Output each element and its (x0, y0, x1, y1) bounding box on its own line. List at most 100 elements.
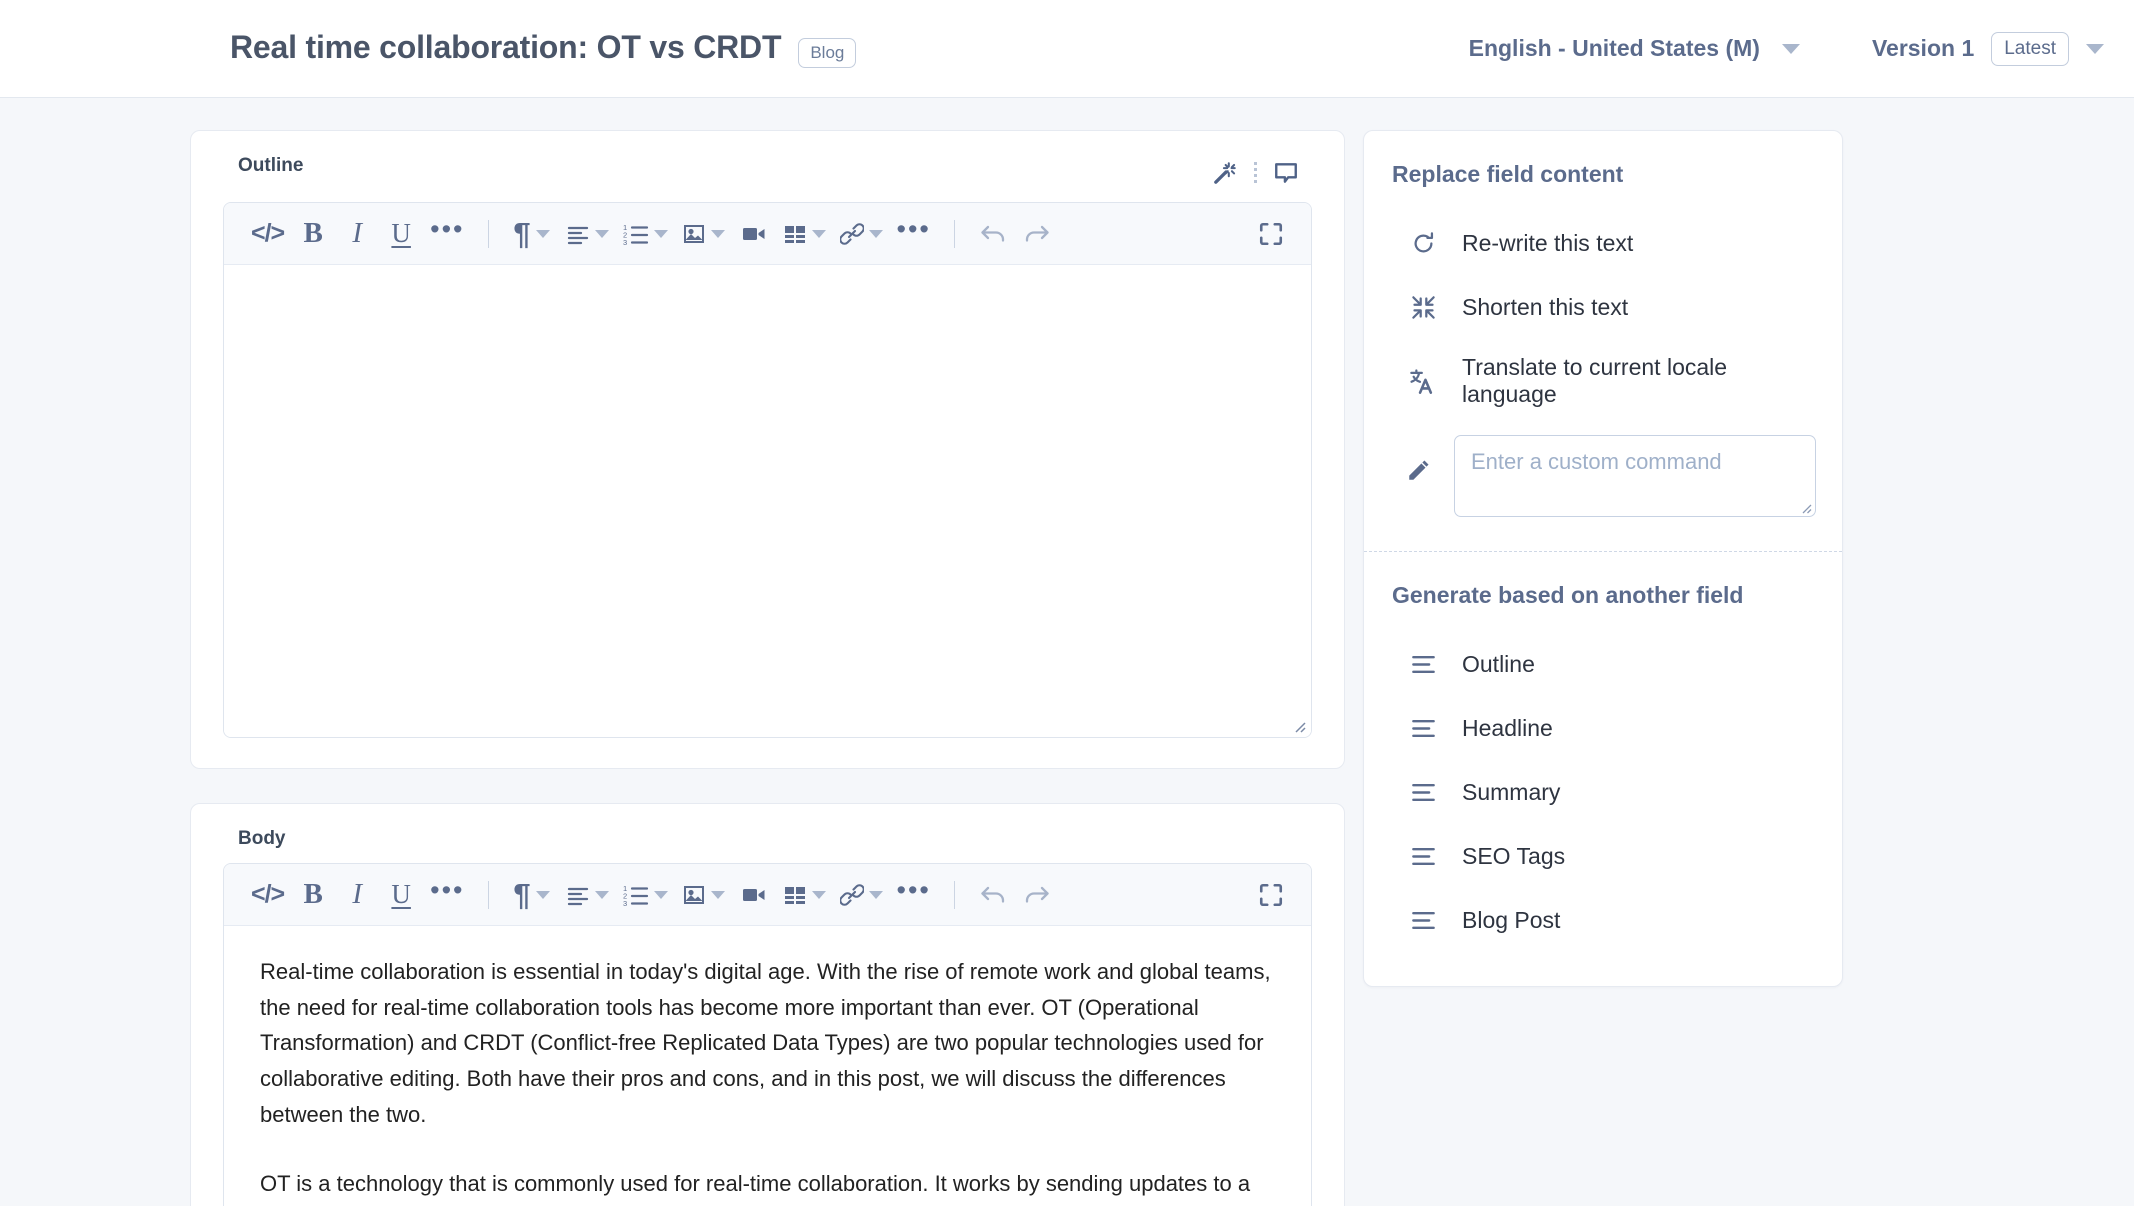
insert-link-button[interactable] (833, 873, 890, 917)
underline-button[interactable]: U (379, 873, 423, 917)
chevron-down-icon (653, 229, 668, 238)
toolbar-divider (487, 219, 489, 248)
chevron-down-icon (535, 229, 550, 238)
page-title: Real time collaboration: OT vs CRDT (230, 29, 782, 65)
translate-icon (1406, 364, 1440, 398)
chevron-down-icon (710, 229, 725, 238)
more-text-format-button[interactable]: ••• (423, 873, 471, 917)
generate-source-label: SEO Tags (1462, 842, 1566, 869)
resize-grip-icon[interactable] (1798, 500, 1812, 514)
generate-section-title: Generate based on another field (1392, 582, 1744, 608)
shorten-icon (1406, 290, 1440, 324)
field-label-body: Body (238, 828, 286, 849)
lines-icon (1406, 839, 1440, 873)
generate-source-blog-post[interactable]: Blog Post (1390, 888, 1816, 952)
version-label: Version 1 (1871, 35, 1975, 61)
editor-body: </> B I U ••• ¶ 1 2 3 ••• Real-time coll… (223, 863, 1312, 1206)
chevron-down-icon (868, 890, 883, 899)
chevron-down-icon (594, 229, 609, 238)
ai-action-rewrite[interactable]: Re-write this text (1390, 211, 1816, 275)
custom-command-input[interactable]: Enter a custom command (1454, 435, 1816, 517)
italic-button[interactable]: I (335, 873, 379, 917)
app-header: Real time collaboration: OT vs CRDT Blog… (0, 0, 2134, 98)
editor-toolbar-body: </> B I U ••• ¶ 1 2 3 ••• (224, 864, 1311, 926)
chevron-down-icon (653, 890, 668, 899)
rewrite-icon (1406, 226, 1440, 260)
bold-button[interactable]: B (291, 873, 335, 917)
ai-assist-column: Replace field content Re-write this text (1363, 130, 1843, 987)
header-controls: English - United States (M) Version 1 La… (1469, 31, 2104, 66)
editor-content-outline[interactable] (224, 265, 1311, 737)
generate-source-seo-tags[interactable]: SEO Tags (1390, 824, 1816, 888)
custom-command-placeholder: Enter a custom command (1471, 449, 1722, 474)
comment-icon[interactable] (1266, 157, 1306, 189)
chevron-down-icon (811, 890, 826, 899)
svg-text:3: 3 (623, 899, 627, 907)
chevron-down-icon (868, 229, 883, 238)
field-card-outline: Outline </> B I U ••• ¶ 1 2 3 ••• (190, 130, 1345, 769)
chevron-down-icon (2086, 43, 2104, 54)
generate-source-summary[interactable]: Summary (1390, 760, 1816, 824)
undo-button[interactable] (971, 212, 1015, 256)
chevron-down-icon (710, 890, 725, 899)
replace-section-title: Replace field content (1392, 161, 1624, 187)
generate-source-headline[interactable]: Headline (1390, 696, 1816, 760)
fullscreen-button[interactable] (1249, 212, 1293, 256)
generate-source-outline[interactable]: Outline (1390, 632, 1816, 696)
insert-link-button[interactable] (833, 212, 890, 256)
italic-button[interactable]: I (335, 212, 379, 256)
insert-video-button[interactable] (732, 873, 776, 917)
paragraph-format-button[interactable]: ¶ (505, 873, 559, 917)
ai-assist-panel: Replace field content Re-write this text (1363, 130, 1843, 987)
version-selector[interactable]: Version 1 Latest (1871, 31, 2104, 66)
generate-source-label: Summary (1462, 778, 1561, 805)
locale-selector[interactable]: English - United States (M) (1469, 35, 1800, 62)
body-paragraph: OT is a technology that is commonly used… (260, 1171, 1251, 1197)
chevron-down-icon (811, 229, 826, 238)
redo-button[interactable] (1015, 873, 1059, 917)
align-button[interactable] (559, 212, 616, 256)
source-code-button[interactable]: </> (244, 212, 291, 256)
generate-source-label: Blog Post (1462, 906, 1561, 933)
insert-image-button[interactable] (675, 212, 732, 256)
ai-action-shorten[interactable]: Shorten this text (1390, 275, 1816, 339)
custom-command-row: Enter a custom command (1390, 423, 1816, 523)
generate-from-field-section: Generate based on another field Outline … (1364, 552, 1842, 986)
magic-wand-icon[interactable] (1205, 157, 1245, 189)
insert-table-button[interactable] (776, 212, 833, 256)
paragraph-format-button[interactable]: ¶ (505, 212, 559, 256)
editor-outline: </> B I U ••• ¶ 1 2 3 ••• (223, 202, 1312, 738)
ordered-list-button[interactable]: 1 2 3 (616, 212, 675, 256)
more-insert-button[interactable]: ••• (890, 873, 938, 917)
insert-table-button[interactable] (776, 873, 833, 917)
insert-video-button[interactable] (732, 212, 776, 256)
chevron-down-icon (1781, 43, 1800, 54)
header-title-group: Real time collaboration: OT vs CRDT Blog (230, 29, 857, 68)
redo-button[interactable] (1015, 212, 1059, 256)
more-insert-button[interactable]: ••• (890, 212, 938, 256)
bold-button[interactable]: B (291, 212, 335, 256)
icon-divider (1254, 162, 1257, 184)
insert-image-button[interactable] (675, 873, 732, 917)
locale-label: English - United States (M) (1468, 35, 1760, 61)
resize-grip-icon[interactable] (1290, 717, 1306, 733)
field-card-body: Body </> B I U ••• ¶ 1 2 3 ••• Real-time… (190, 803, 1345, 1206)
source-code-button[interactable]: </> (244, 873, 291, 917)
chevron-down-icon (535, 890, 550, 899)
undo-button[interactable] (971, 873, 1015, 917)
ai-action-label: Shorten this text (1462, 293, 1629, 320)
more-text-format-button[interactable]: ••• (423, 212, 471, 256)
page-body: Outline </> B I U ••• ¶ 1 2 3 ••• Body <… (0, 98, 2134, 1206)
toolbar-divider (487, 880, 489, 909)
replace-field-content-section: Replace field content Re-write this text (1364, 131, 1842, 545)
align-button[interactable] (559, 873, 616, 917)
fullscreen-button[interactable] (1249, 873, 1293, 917)
underline-button[interactable]: U (379, 212, 423, 256)
version-status-badge: Latest (1991, 31, 2069, 66)
lines-icon (1406, 647, 1440, 681)
pencil-icon (1406, 435, 1432, 488)
ordered-list-button[interactable]: 1 2 3 (616, 873, 675, 917)
editor-content-body[interactable]: Real-time collaboration is essential in … (224, 926, 1311, 1206)
field-header-outline: Outline (223, 155, 1312, 189)
ai-action-translate[interactable]: Translate to current locale language (1390, 339, 1816, 423)
